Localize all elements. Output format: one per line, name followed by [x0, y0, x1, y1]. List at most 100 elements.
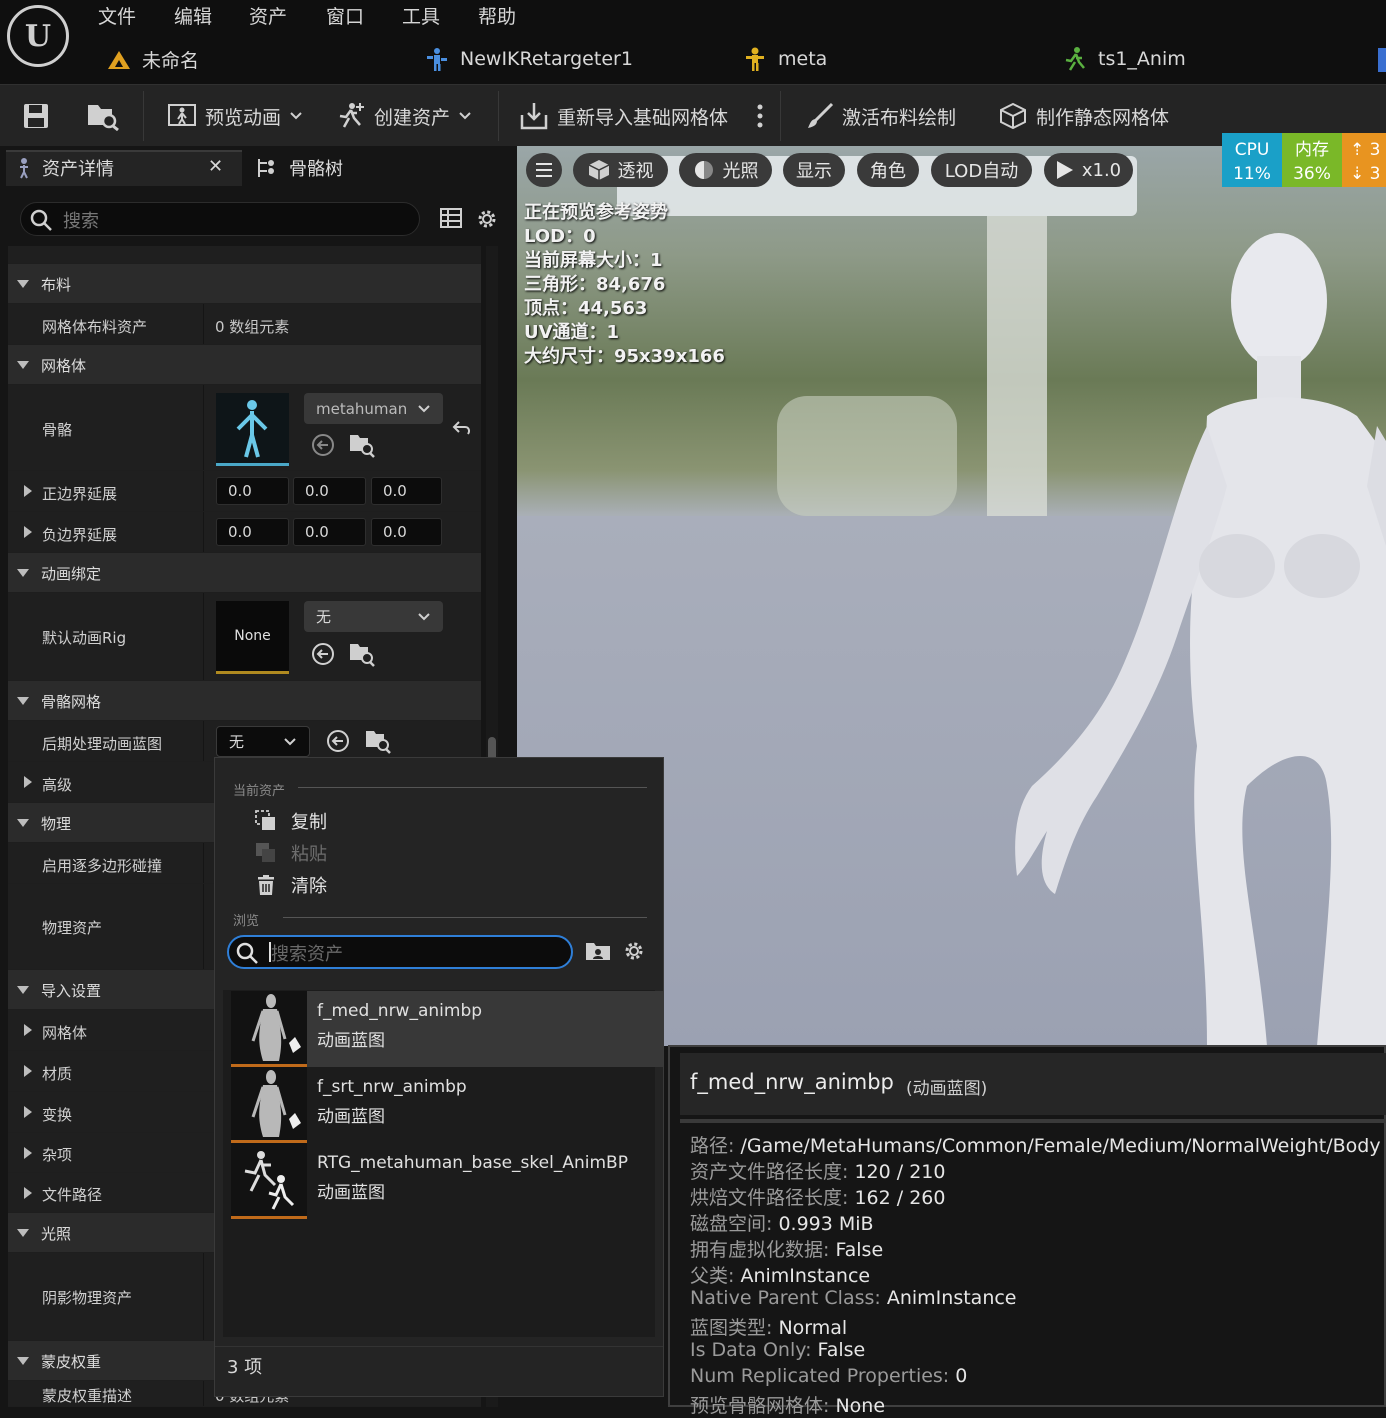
neg-bounds-y-field[interactable]: 0.0 [293, 518, 366, 546]
tooltip-title: f_med_nrw_animbp [690, 1070, 894, 1094]
browse-folder-icon[interactable] [348, 640, 376, 668]
playback-speed-button[interactable]: x1.0 [1044, 153, 1133, 187]
skeleton-figure-icon [236, 400, 268, 458]
tab-meta[interactable]: meta [742, 46, 827, 72]
settings-gear-icon[interactable] [475, 207, 499, 231]
unreal-logo-icon[interactable]: U [7, 5, 69, 67]
show-button[interactable]: 显示 [783, 153, 845, 187]
pos-bounds-z-field[interactable]: 0.0 [371, 477, 442, 505]
tree-icon [258, 159, 274, 177]
anim-blueprint-icon [244, 1151, 295, 1210]
prop-positive-bounds[interactable]: 正边界延展 0.0 0.0 0.0 [8, 471, 481, 512]
category-anim-binding[interactable]: 动画绑定 [8, 553, 481, 593]
browse-folder-icon[interactable] [348, 431, 376, 459]
create-asset-label: 创建资产 [374, 106, 451, 129]
post-process-anim-bp-dropdown[interactable]: 无 [216, 726, 310, 757]
animation-icon [1065, 47, 1085, 71]
neg-bounds-z-field[interactable]: 0.0 [371, 518, 442, 546]
tab-skeleton-tree[interactable]: 骨骼树 [255, 150, 343, 186]
table-view-icon[interactable] [440, 207, 462, 229]
tab-label: 未命名 [142, 50, 200, 72]
category-cloth[interactable]: 布料 [8, 264, 481, 304]
kebab-menu-icon [757, 104, 763, 128]
folder-search-icon [88, 105, 119, 131]
tab-overflow[interactable] [1378, 48, 1386, 72]
menu-asset[interactable]: 资产 [249, 2, 287, 29]
trash-icon [258, 875, 274, 895]
perspective-button[interactable]: 透视 [573, 153, 668, 187]
asset-item[interactable]: f_med_nrw_animbp 动画蓝图 [231, 991, 663, 1067]
pos-bounds-x-field[interactable]: 0.0 [216, 477, 289, 505]
reset-arrow-icon[interactable] [452, 419, 472, 437]
building-wall [777, 396, 957, 516]
menu-tools[interactable]: 工具 [402, 2, 440, 29]
category-mesh[interactable]: 网格体 [8, 345, 481, 385]
use-selected-arrow-icon[interactable] [325, 728, 351, 754]
tab-ts1-anim[interactable]: ts1_Anim [1062, 46, 1186, 72]
hamburger-icon [536, 163, 552, 177]
search-icon [30, 209, 52, 231]
tooltip-line-data-only: Is Data Only: False [690, 1339, 866, 1361]
category-skeletal-mesh[interactable]: 骨骼网格 [8, 681, 481, 721]
anim-rig-dropdown[interactable]: 无 [304, 601, 443, 632]
browse-folder-icon[interactable] [364, 727, 392, 755]
stat-screen-size: 当前屏幕大小：1 [524, 250, 663, 271]
prop-negative-bounds[interactable]: 负边界延展 0.0 0.0 0.0 [8, 512, 481, 553]
stat-approx-size: 大约尺寸：95x39x166 [524, 346, 725, 367]
menu-file[interactable]: 文件 [98, 2, 136, 29]
search-placeholder: 搜索 [63, 211, 99, 232]
settings-gear-icon[interactable] [622, 939, 646, 963]
activate-cloth-paint-button[interactable]: 激活布料绘制 [806, 85, 956, 147]
menu-help[interactable]: 帮助 [478, 2, 516, 29]
lighting-button[interactable]: 光照 [679, 153, 772, 187]
chevron-down-icon [459, 112, 471, 120]
skeleton-thumbnail[interactable] [216, 393, 289, 466]
preview-anim-icon [168, 104, 196, 126]
use-selected-arrow-icon[interactable] [310, 432, 336, 458]
copy-menu-item[interactable]: 复制 [255, 808, 327, 834]
preview-animation-button[interactable]: 预览动画 [167, 85, 303, 147]
paste-menu-item[interactable]: 粘贴 [255, 840, 327, 866]
neg-bounds-x-field[interactable]: 0.0 [216, 518, 289, 546]
folder-view-icon[interactable] [585, 940, 611, 962]
asset-item[interactable]: RTG_metahuman_base_skel_AnimBP 动画蓝图 [231, 1143, 663, 1219]
menu-edit[interactable]: 编辑 [174, 2, 212, 29]
save-button[interactable] [22, 85, 50, 147]
chevron-down-icon [418, 612, 430, 620]
asset-search-input[interactable]: 搜索资产 [227, 935, 573, 969]
tooltip-line-preview-mesh: 预览骨骼网格体: None [690, 1395, 886, 1417]
tab-asset-details[interactable]: 资产详情 [16, 150, 114, 186]
preview-anim-label: 预览动画 [205, 106, 282, 129]
copy-icon [255, 810, 275, 830]
viewport-menu-button[interactable] [526, 153, 562, 187]
menu-window[interactable]: 窗口 [326, 2, 364, 29]
asset-item[interactable]: f_srt_nrw_animbp 动画蓝图 [231, 1067, 663, 1143]
tab-retargeter[interactable]: NewIKRetargeter1 [424, 46, 633, 72]
browse-button[interactable] [86, 85, 120, 147]
create-asset-button[interactable]: 创建资产 [336, 85, 472, 147]
brush-icon [808, 102, 834, 128]
cube-icon [588, 160, 609, 180]
reimport-base-mesh-button[interactable]: 重新导入基础网格体 [519, 85, 728, 147]
details-search-input[interactable]: 搜索 [20, 202, 420, 236]
close-tab-icon[interactable]: ✕ [208, 156, 223, 177]
prop-post-process-anim-bp: 后期处理动画蓝图 无 [8, 721, 481, 762]
lod-auto-button[interactable]: LOD自动 [931, 153, 1032, 187]
use-selected-arrow-icon[interactable] [310, 641, 336, 667]
body-thumbnail-icon [251, 994, 301, 1061]
cloth-array-value: 0 数组元素 [215, 318, 290, 336]
reimport-label: 重新导入基础网格体 [557, 106, 729, 129]
character-button[interactable]: 角色 [857, 153, 919, 187]
pos-bounds-y-field[interactable]: 0.0 [293, 477, 366, 505]
tooltip-line-replicated-props: Num Replicated Properties: 0 [690, 1365, 968, 1387]
tab-label: ts1_Anim [1098, 48, 1186, 70]
tab-untitled[interactable]: 未命名 [106, 46, 199, 73]
clear-menu-item[interactable]: 清除 [255, 872, 327, 898]
skeleton-dropdown[interactable]: metahuman [304, 393, 443, 424]
make-static-mesh-button[interactable]: 制作静态网格体 [998, 85, 1169, 147]
anim-rig-thumbnail[interactable]: None [216, 601, 289, 674]
more-options-button[interactable] [755, 85, 765, 147]
tooltip-title-type: (动画蓝图) [906, 1079, 988, 1099]
cpu-indicator: CPU 11% [1222, 133, 1282, 187]
chevron-down-icon [418, 404, 430, 412]
